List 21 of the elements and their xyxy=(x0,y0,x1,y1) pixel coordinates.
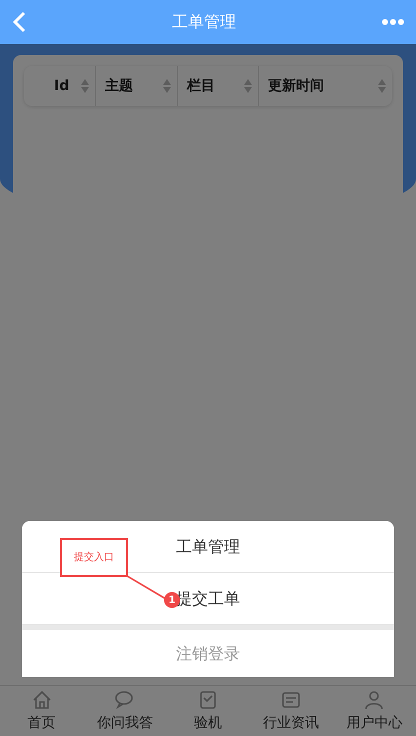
tab-item[interactable]: 首页 xyxy=(0,686,84,736)
sort-icon[interactable] xyxy=(163,79,171,93)
annotation-label: 提交入口 xyxy=(60,538,128,577)
sort-icon[interactable] xyxy=(81,79,89,93)
column-header[interactable]: 更新时间 xyxy=(268,76,324,96)
chat-icon xyxy=(114,688,136,710)
sort-icon[interactable] xyxy=(244,79,252,93)
column-header[interactable]: 主题 xyxy=(105,76,133,96)
page-title: 工单管理 xyxy=(172,11,236,33)
clipboard-icon xyxy=(197,688,219,710)
home-icon xyxy=(30,688,53,710)
tab-item[interactable]: 验机 xyxy=(166,686,250,736)
sort-icon[interactable] xyxy=(378,79,386,93)
tab-item[interactable]: 用户中心 xyxy=(332,686,416,736)
column-header[interactable]: Id xyxy=(54,76,70,96)
back-icon[interactable] xyxy=(12,11,26,33)
tab-item[interactable]: 行业资讯 xyxy=(250,686,333,736)
tab-item[interactable]: 你问我答 xyxy=(83,686,166,736)
column-header[interactable]: 栏目 xyxy=(187,76,215,96)
user-icon xyxy=(363,688,386,710)
more-icon[interactable] xyxy=(382,19,404,25)
